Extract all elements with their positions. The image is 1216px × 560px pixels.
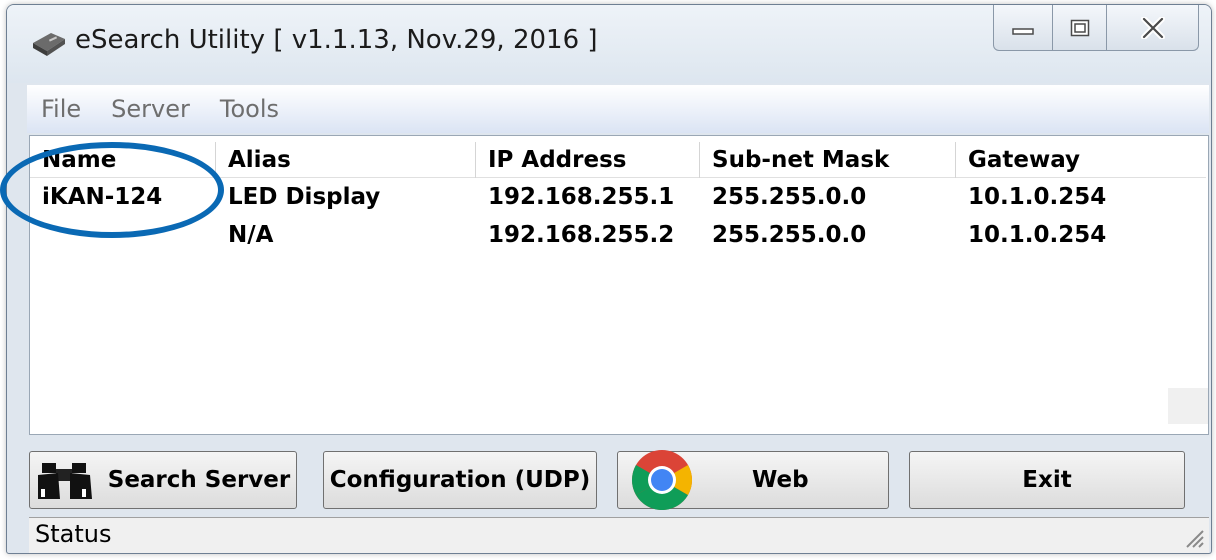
exit-label: Exit	[1022, 467, 1072, 493]
server-list[interactable]: Name Alias IP Address Sub-net Mask Gatew…	[29, 135, 1209, 435]
column-header-gateway[interactable]: Gateway	[956, 142, 1206, 178]
web-label: Web	[752, 467, 809, 493]
chrome-icon	[631, 450, 693, 510]
cell-gateway: 10.1.0.254	[968, 222, 1107, 248]
menu-tools[interactable]: Tools	[220, 95, 279, 123]
window-title: eSearch Utility [ v1.1.13, Nov.29, 2016 …	[75, 25, 598, 55]
configuration-udp-label: Configuration (UDP)	[329, 467, 591, 493]
cell-alias: LED Display	[228, 184, 381, 210]
scrollbar-corner	[1168, 388, 1208, 424]
cell-mask: 255.255.0.0	[712, 222, 867, 248]
close-icon	[1140, 16, 1165, 39]
minimize-icon	[1012, 27, 1034, 35]
search-server-label: Search Server	[107, 467, 291, 493]
maximize-icon	[1070, 19, 1089, 36]
app-window: eSearch Utility [ v1.1.13, Nov.29, 2016 …	[6, 4, 1212, 554]
cell-mask: 255.255.0.0	[712, 184, 867, 210]
network-device-icon	[33, 33, 65, 56]
search-server-button[interactable]: Search Server	[29, 451, 297, 509]
minimize-button[interactable]	[993, 5, 1053, 51]
title-bar[interactable]: eSearch Utility [ v1.1.13, Nov.29, 2016 …	[7, 5, 1211, 83]
cell-ip: 192.168.255.2	[488, 222, 675, 248]
web-button[interactable]: Web	[617, 450, 889, 510]
configuration-udp-button[interactable]: Configuration (UDP)	[323, 451, 597, 509]
cell-alias: N/A	[228, 222, 274, 248]
cell-name: iKAN-124	[42, 184, 163, 210]
table-row[interactable]: iKAN-124 LED Display 192.168.255.1 255.2…	[30, 178, 1206, 216]
resize-grip-icon[interactable]	[1183, 527, 1205, 549]
binoculars-icon	[37, 463, 92, 499]
status-bar: Status	[29, 517, 1209, 553]
cell-name	[30, 216, 42, 254]
menu-file[interactable]: File	[41, 95, 81, 123]
column-header-ip[interactable]: IP Address	[476, 142, 700, 178]
column-header-alias[interactable]: Alias	[216, 142, 476, 178]
cell-ip: 192.168.255.1	[488, 184, 675, 210]
table-row[interactable]: N/A 192.168.255.2 255.255.0.0 10.1.0.254	[30, 216, 1206, 254]
status-text: Status	[35, 520, 112, 548]
column-header-name[interactable]: Name	[30, 142, 216, 178]
exit-button[interactable]: Exit	[909, 451, 1185, 509]
window-controls	[993, 5, 1199, 51]
maximize-button[interactable]	[1053, 5, 1107, 51]
menu-bar: File Server Tools	[27, 85, 1209, 133]
close-button[interactable]	[1107, 5, 1199, 51]
menu-server[interactable]: Server	[111, 95, 190, 123]
cell-gateway: 10.1.0.254	[968, 184, 1107, 210]
list-header: Name Alias IP Address Sub-net Mask Gatew…	[30, 142, 1206, 178]
column-header-mask[interactable]: Sub-net Mask	[700, 142, 956, 178]
